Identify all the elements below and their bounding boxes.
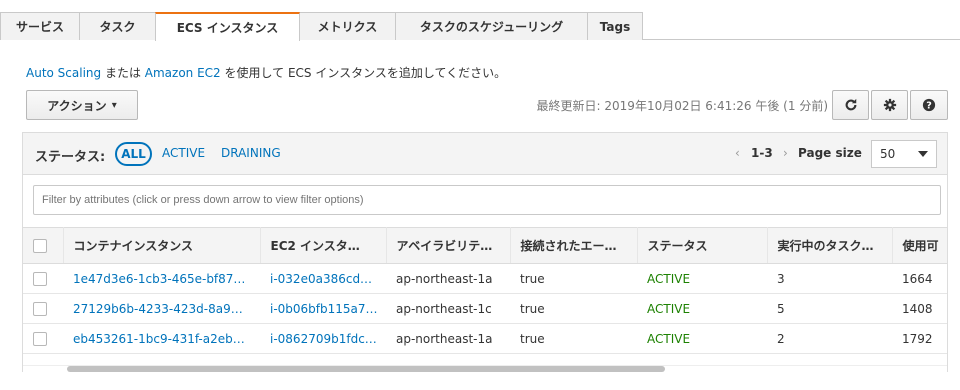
- agent-connected-cell: true: [510, 263, 637, 294]
- status-filter-bar: ステータス: ALL ACTIVE DRAINING ‹ 1-3 › Page …: [23, 133, 947, 175]
- hint-text-2: を使用して ECS インスタンスを追加してください。: [220, 66, 507, 80]
- tab-services[interactable]: サービス: [0, 12, 80, 40]
- column-header-agent-connected[interactable]: 接続されたエー…: [510, 227, 638, 264]
- tab-tasks[interactable]: タスク: [79, 12, 156, 40]
- filter-input[interactable]: [33, 185, 941, 215]
- column-header-running-tasks[interactable]: 実行中のタスク…: [767, 227, 893, 264]
- ec2-instance-link[interactable]: i-032e0a386cd…: [260, 263, 386, 294]
- pager-prev[interactable]: ‹: [735, 146, 740, 160]
- pager-range: 1-3: [751, 146, 773, 160]
- settings-button[interactable]: [871, 90, 908, 120]
- status-cell: ACTIVE: [637, 323, 767, 354]
- row-checkbox[interactable]: [33, 331, 47, 346]
- table-row[interactable]: 1e47d3e6-1cb3-465e-bf87… i-032e0a386cd… …: [23, 263, 947, 294]
- instances-table: コンテナインスタンス EC2 インスタ… アベイラビリテ… 接続されたエー… ス…: [23, 227, 947, 354]
- status-label: ステータス:: [35, 150, 106, 165]
- table-header-row: コンテナインスタンス EC2 インスタ… アベイラビリテ… 接続されたエー… ス…: [23, 227, 947, 264]
- agent-connected-cell: true: [510, 293, 637, 324]
- ec2-instance-link[interactable]: i-0b06bfb115a7…: [260, 293, 386, 324]
- status-cell: ACTIVE: [637, 263, 767, 294]
- column-header-container-instance[interactable]: コンテナインスタンス: [63, 227, 261, 264]
- column-header-status[interactable]: ステータス: [637, 227, 768, 264]
- available-cell: 1664: [892, 263, 947, 294]
- add-instances-hint: Auto Scaling または Amazon EC2 を使用して ECS イン…: [26, 64, 506, 81]
- table-row[interactable]: eb453261-1bc9-431f-a2eb… i-0862709b1fdc……: [23, 323, 947, 354]
- tab-tags[interactable]: Tags: [587, 12, 643, 40]
- hint-text-1: または: [101, 66, 145, 80]
- running-tasks-cell: 2: [767, 323, 892, 354]
- row-checkbox[interactable]: [33, 301, 47, 316]
- tab-metrics[interactable]: メトリクス: [299, 12, 396, 40]
- ec2-instance-link[interactable]: i-0862709b1fdc…: [260, 323, 386, 354]
- tab-bar: サービス タスク ECS インスタンス メトリクス タスクのスケジューリング T…: [0, 0, 960, 41]
- table-row[interactable]: 27129b6b-4233-423d-8a9… i-0b06bfb115a7… …: [23, 293, 947, 324]
- select-all-cell: [23, 227, 64, 264]
- availability-zone-cell: ap-northeast-1a: [386, 263, 510, 294]
- available-cell: 1792: [892, 323, 947, 354]
- actions-button-label: アクション: [47, 98, 107, 113]
- pager-next[interactable]: ›: [783, 146, 788, 160]
- container-instance-link[interactable]: eb453261-1bc9-431f-a2eb…: [63, 323, 260, 354]
- container-instance-link[interactable]: 1e47d3e6-1cb3-465e-bf87…: [63, 263, 260, 294]
- page-size-label: Page size: [798, 146, 862, 160]
- status-filter-draining[interactable]: DRAINING: [221, 146, 281, 160]
- running-tasks-cell: 3: [767, 263, 892, 294]
- refresh-icon: [845, 98, 856, 111]
- svg-text:?: ?: [926, 101, 932, 112]
- availability-zone-cell: ap-northeast-1c: [386, 293, 510, 324]
- actions-button[interactable]: アクション ▾: [26, 90, 138, 120]
- row-checkbox[interactable]: [33, 271, 47, 286]
- last-updated-text: 最終更新日: 2019年10月02日 6:41:26 午後 (1 分前): [536, 99, 828, 113]
- refresh-button[interactable]: [832, 90, 869, 120]
- amazon-ec2-link[interactable]: Amazon EC2: [145, 66, 221, 80]
- chevron-down-icon: ▾: [111, 99, 117, 111]
- page-size-value: 50: [880, 147, 896, 161]
- availability-zone-cell: ap-northeast-1a: [386, 323, 510, 354]
- tab-ecs-instances[interactable]: ECS インスタンス: [155, 12, 300, 41]
- container-instance-link[interactable]: 27129b6b-4233-423d-8a9…: [63, 293, 260, 324]
- status-cell: ACTIVE: [637, 293, 767, 324]
- column-header-availability-zone[interactable]: アベイラビリテ…: [386, 227, 511, 264]
- running-tasks-cell: 5: [767, 293, 892, 324]
- caret-down-icon: [918, 151, 928, 157]
- select-all-checkbox[interactable]: [33, 238, 47, 253]
- column-header-ec2-instance[interactable]: EC2 インスタ…: [260, 227, 387, 264]
- row-select-cell: [23, 323, 63, 354]
- row-select-cell: [23, 293, 63, 324]
- agent-connected-cell: true: [510, 323, 637, 354]
- available-cell: 1408: [892, 293, 947, 324]
- row-select-cell: [23, 263, 63, 294]
- auto-scaling-link[interactable]: Auto Scaling: [26, 66, 101, 80]
- instances-panel: ステータス: ALL ACTIVE DRAINING ‹ 1-3 › Page …: [22, 132, 948, 373]
- help-icon: ?: [922, 98, 936, 112]
- gear-icon: [883, 98, 896, 112]
- help-button[interactable]: ?: [910, 90, 948, 120]
- status-filter-all[interactable]: ALL: [115, 142, 152, 166]
- horizontal-scrollbar-thumb[interactable]: [67, 366, 665, 372]
- column-header-available[interactable]: 使用可: [892, 227, 947, 264]
- page-size-select[interactable]: 50: [871, 140, 937, 168]
- tab-task-scheduling[interactable]: タスクのスケジューリング: [395, 12, 588, 40]
- status-filter-active[interactable]: ACTIVE: [162, 146, 205, 160]
